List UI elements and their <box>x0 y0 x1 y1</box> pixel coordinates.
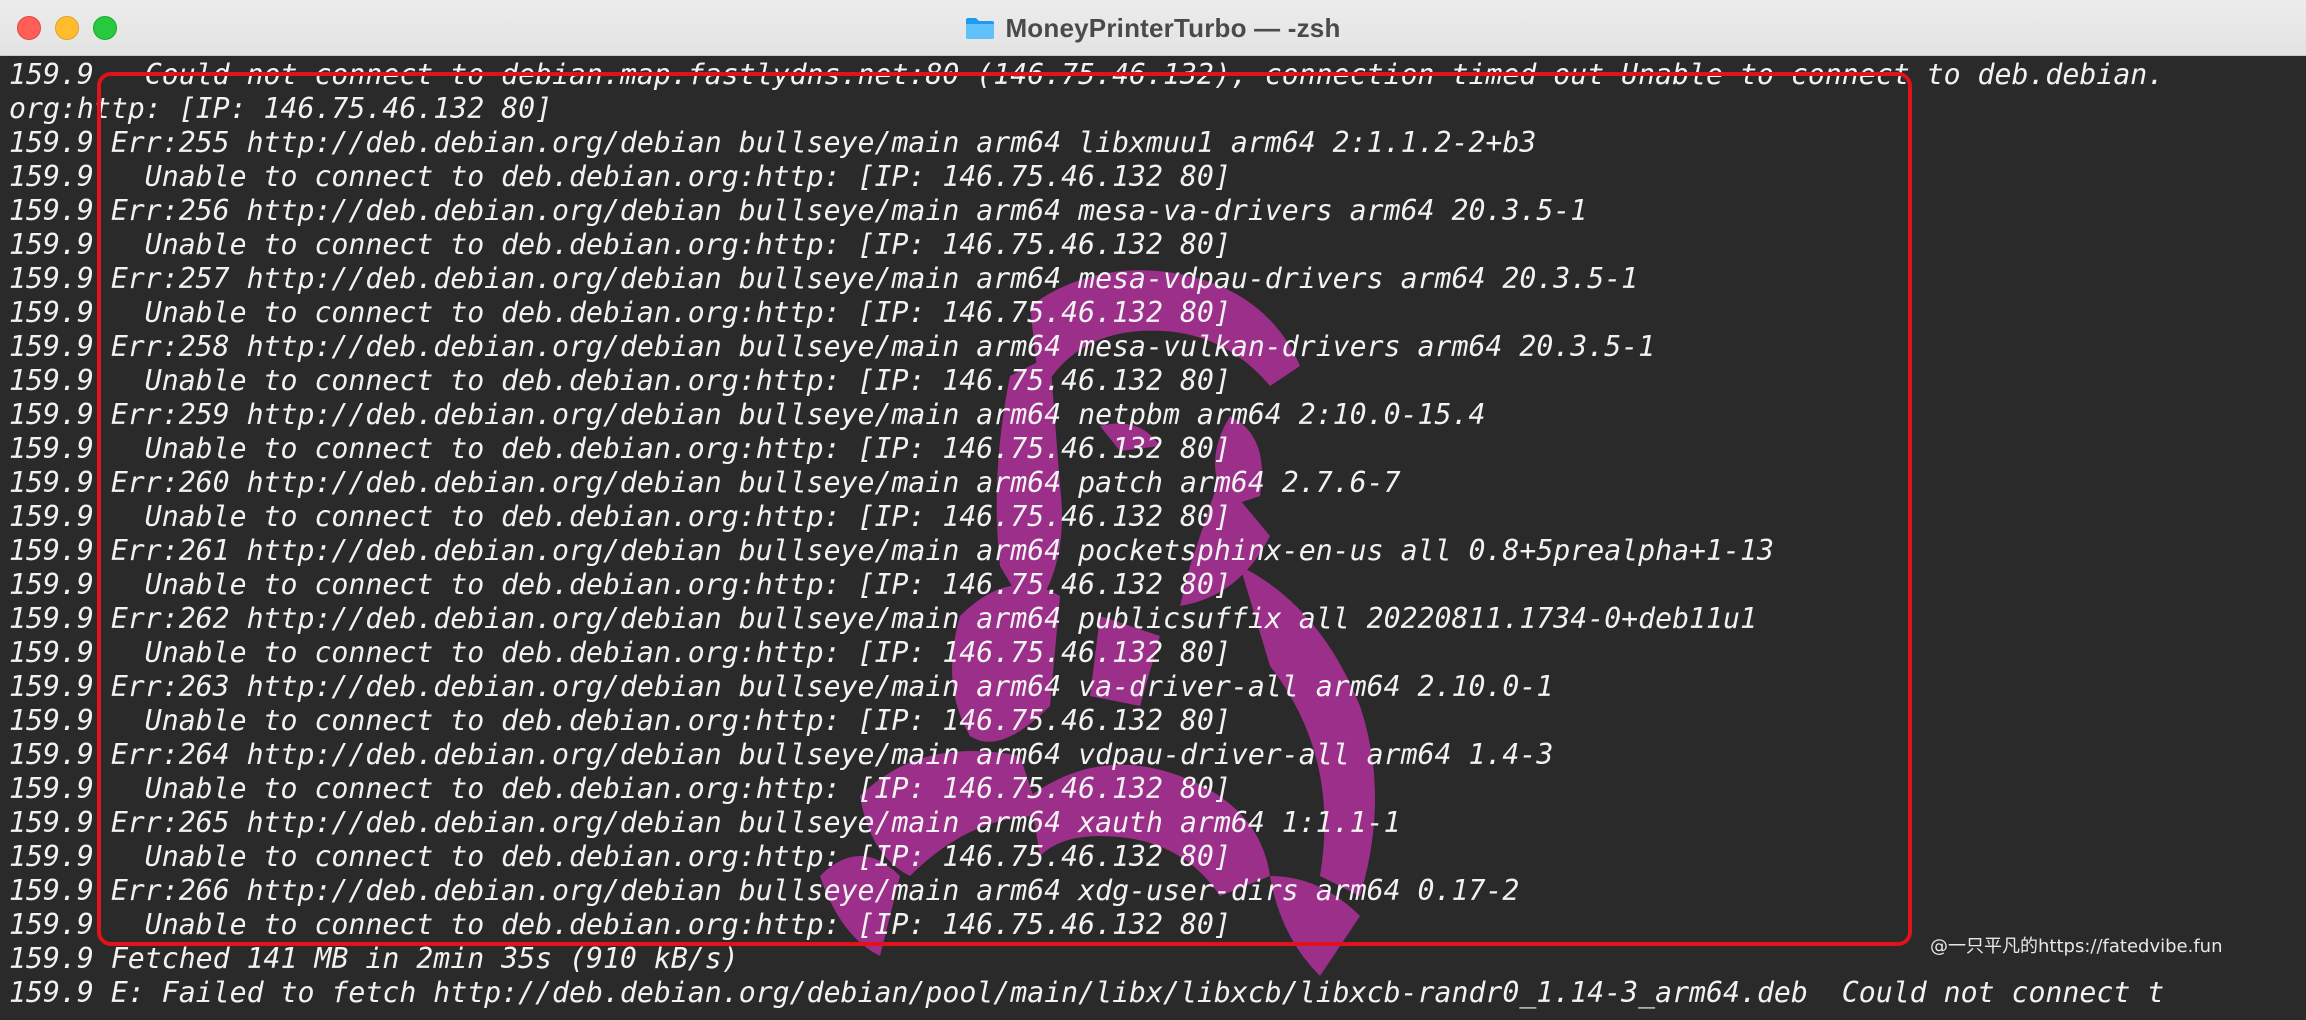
title-group: MoneyPrinterTurbo — -zsh <box>0 0 2306 56</box>
highlight-annotation-box <box>97 72 1912 946</box>
terminal-window: MoneyPrinterTurbo — -zsh 159.9 Could not… <box>0 0 2306 1020</box>
terminal-line: 159.9 Fetched 141 MB in 2min 35s (910 kB… <box>9 942 739 975</box>
window-title: MoneyPrinterTurbo — -zsh <box>1005 12 1341 43</box>
watermark-credit-text: @一只平凡的https://fatedvibe.fun <box>1930 932 2223 958</box>
title-bar[interactable]: MoneyPrinterTurbo — -zsh <box>0 0 2306 56</box>
terminal-line: 159.9 E: Failed to fetch http://deb.debi… <box>9 976 2165 1009</box>
folder-icon <box>966 18 995 39</box>
